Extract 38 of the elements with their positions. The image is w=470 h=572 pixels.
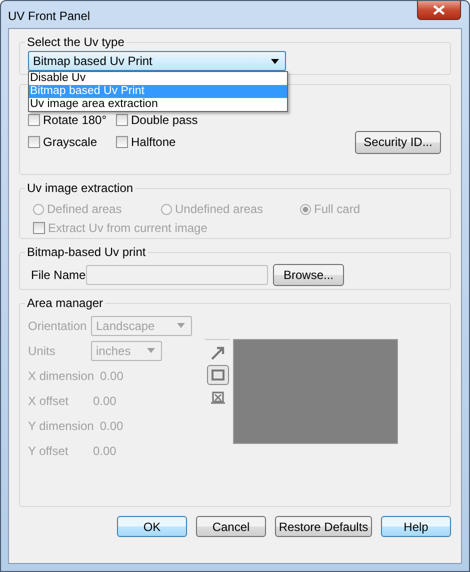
field-label: Y offset [28,444,70,458]
checkbox[interactable]: Grayscale [28,135,116,149]
group-label: Uv image extraction [26,181,134,195]
rectangle-icon [210,369,224,381]
group-label: Select the Uv type [26,35,126,49]
field-label: X dimension [28,368,96,382]
field-label: Y dimension [28,418,95,432]
caret-icon [271,58,279,64]
file-name-field[interactable] [86,265,268,285]
field-label: X offset [28,394,70,408]
arrow-icon [210,346,226,360]
dropdown-option[interactable]: Disable Uv [29,72,287,85]
crossed-rectangle-icon [210,390,224,404]
caret-icon [147,348,155,353]
checkbox[interactable]: Halftone [116,135,176,149]
field-label: Orientation [28,318,88,332]
dialog-button[interactable]: Cancel [196,516,266,537]
uv-type-dropdown[interactable]: Bitmap based Uv Print [28,51,286,71]
dialog-button[interactable]: Restore Defaults [275,516,372,537]
dialog-button[interactable]: OK [117,516,187,537]
security-id-button[interactable]: Security ID... [355,130,441,154]
close-icon [433,5,445,15]
browse-button[interactable]: Browse... [273,264,344,286]
group-label: Bitmap-based Uv print [26,245,147,259]
caret-icon [177,323,185,328]
field-value: 0.00 [92,444,116,458]
window-title: UV Front Panel [8,9,90,23]
checkbox[interactable]: Rotate 180° [28,113,116,127]
field-value: 0.00 [92,394,116,408]
dialog-button[interactable]: Help [381,516,451,537]
checkbox[interactable]: Double pass [116,113,198,127]
field-label: File Name [31,268,86,282]
dropdown-option[interactable]: Uv image area extraction [29,98,287,111]
close-button[interactable] [417,1,461,20]
group-label: Area manager [26,296,104,310]
field-value: 0.00 [98,418,124,432]
field-value: 0.00 [99,368,124,382]
field-label: Units [28,344,56,358]
